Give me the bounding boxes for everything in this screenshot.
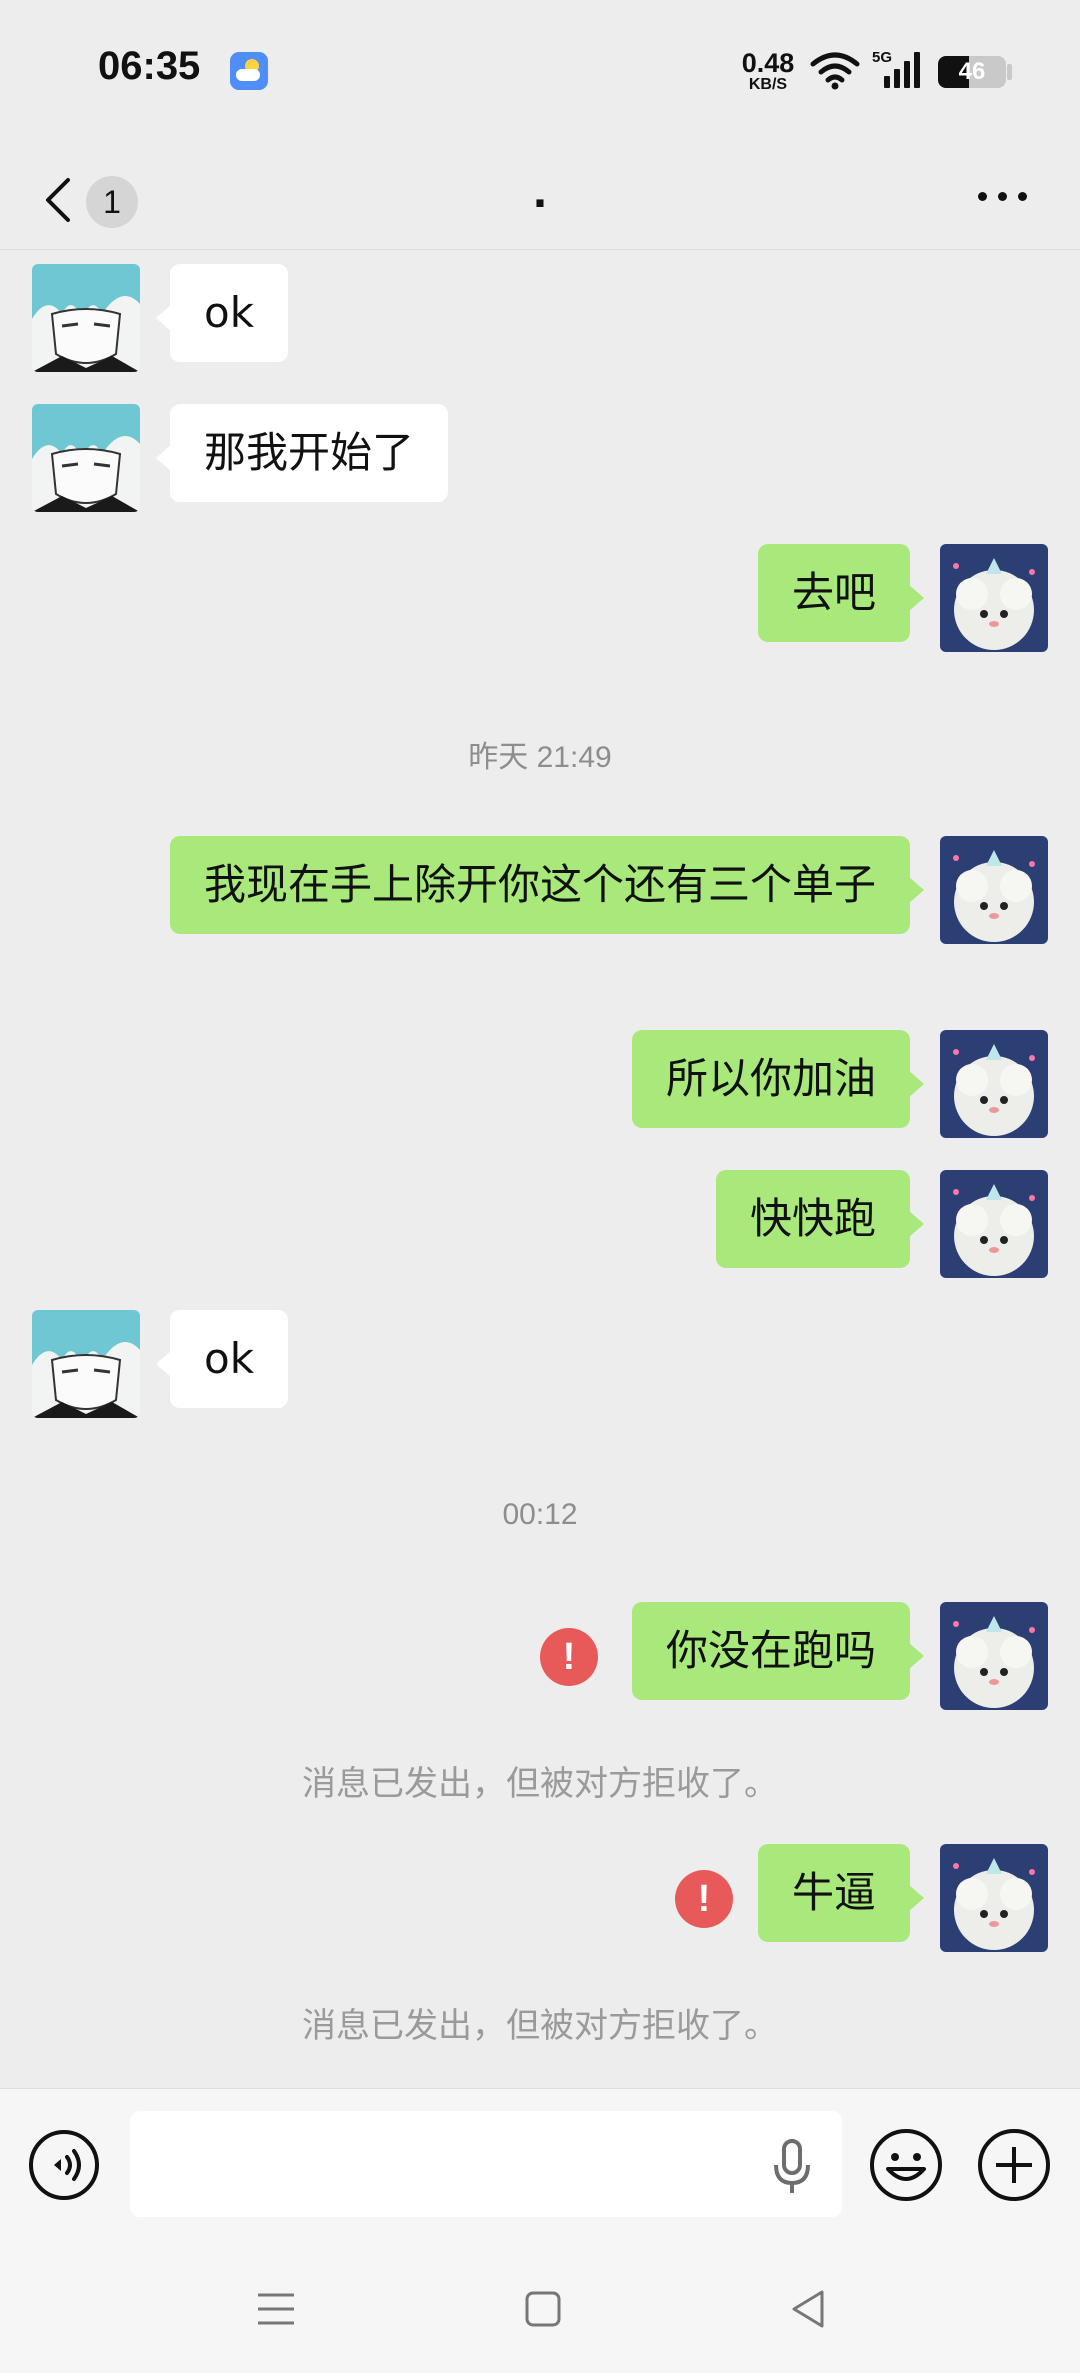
message-bubble-outgoing[interactable]: 我现在手上除开你这个还有三个单子 <box>170 836 924 934</box>
dot-icon <box>998 192 1007 201</box>
message-bubble-incoming[interactable]: 那我开始了 <box>155 404 449 502</box>
my-avatar[interactable] <box>940 836 1048 944</box>
wifi-icon <box>810 52 860 90</box>
contact-avatar[interactable] <box>32 1310 140 1418</box>
send-failed-icon[interactable]: ! <box>540 1628 598 1686</box>
network-type-label: 5G <box>872 49 892 66</box>
my-avatar[interactable] <box>940 1030 1048 1138</box>
weather-icon <box>230 52 268 90</box>
send-failed-icon[interactable]: ! <box>675 1870 733 1928</box>
network-speed: 0.48 KB/S <box>736 50 800 93</box>
anime-boy-avatar-icon <box>32 404 140 512</box>
chat-header: 1 . <box>0 140 1080 250</box>
signal-5g-icon: 5G <box>872 49 920 88</box>
plus-icon[interactable] <box>976 2127 1052 2203</box>
contact-avatar[interactable] <box>32 264 140 372</box>
message-bubble-outgoing[interactable]: 所以你加油 <box>631 1030 925 1128</box>
timestamp-divider: 昨天 21:49 <box>468 741 612 774</box>
emoji-icon[interactable] <box>868 2127 944 2203</box>
my-avatar[interactable] <box>940 1602 1048 1710</box>
dot-icon <box>1018 192 1027 201</box>
my-avatar[interactable] <box>940 1170 1048 1278</box>
more-options-button[interactable] <box>972 170 1032 220</box>
chevron-left-icon <box>46 178 70 222</box>
my-avatar[interactable] <box>940 1844 1048 1952</box>
back-triangle-icon[interactable] <box>790 2288 826 2330</box>
rejected-notice: 消息已发出，但被对方拒收了。 <box>302 2006 778 2046</box>
message-bubble-outgoing[interactable]: 快快跑 <box>715 1170 925 1268</box>
battery-cap <box>1007 64 1012 80</box>
message-bubble-outgoing[interactable]: 去吧 <box>757 544 925 642</box>
voice-mode-icon[interactable] <box>28 2129 100 2201</box>
anime-boy-avatar-icon <box>32 1310 140 1418</box>
lamb-plush-avatar-icon <box>940 1030 1048 1138</box>
rejected-notice: 消息已发出，但被对方拒收了。 <box>302 1764 778 1804</box>
network-speed-value: 0.48 <box>741 48 795 78</box>
microphone-icon[interactable] <box>768 2139 816 2195</box>
dot-icon <box>978 192 987 201</box>
home-icon[interactable] <box>524 2290 562 2328</box>
lamb-plush-avatar-icon <box>940 836 1048 944</box>
message-bubble-incoming[interactable]: ok <box>155 1310 289 1408</box>
unread-count-badge: 1 <box>86 176 138 228</box>
status-bar: 06:35 0.48 KB/S 5G 46 <box>0 0 1080 140</box>
lamb-plush-avatar-icon <box>940 1602 1048 1710</box>
recent-apps-icon[interactable] <box>256 2290 296 2328</box>
timestamp-divider: 00:12 <box>502 1498 578 1531</box>
battery-icon: 46 <box>938 56 1006 88</box>
network-speed-unit: KB/S <box>748 76 788 93</box>
contact-avatar[interactable] <box>32 404 140 512</box>
chat-title: . <box>532 171 548 217</box>
back-button[interactable]: 1 <box>36 162 146 228</box>
my-avatar[interactable] <box>940 544 1048 652</box>
message-input[interactable] <box>130 2111 842 2217</box>
lamb-plush-avatar-icon <box>940 1844 1048 1952</box>
message-bubble-outgoing[interactable]: 你没在跑吗 <box>631 1602 925 1700</box>
anime-boy-avatar-icon <box>32 264 140 372</box>
system-navigation-bar <box>0 2250 1080 2360</box>
lamb-plush-avatar-icon <box>940 1170 1048 1278</box>
lamb-plush-avatar-icon <box>940 544 1048 652</box>
message-bubble-incoming[interactable]: ok <box>155 264 289 362</box>
battery-level-text: 46 <box>958 58 986 85</box>
message-bubble-outgoing[interactable]: 牛逼 <box>757 1844 925 1942</box>
status-time: 06:35 <box>98 44 201 88</box>
